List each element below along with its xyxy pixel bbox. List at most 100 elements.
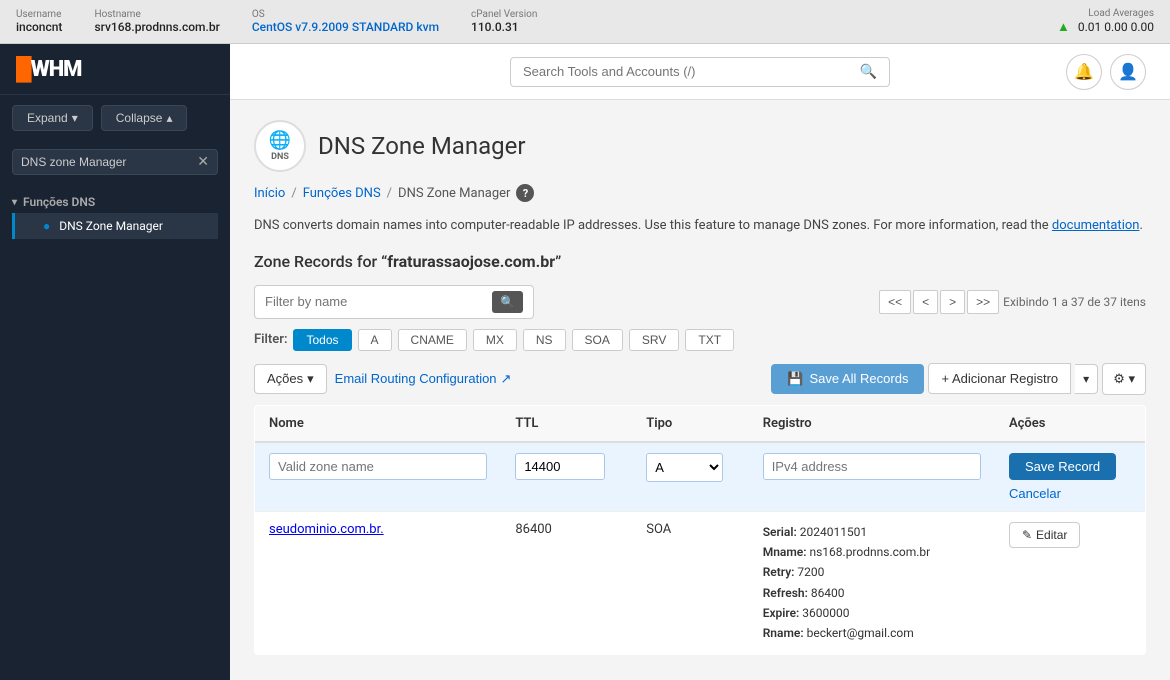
email-routing-label: Email Routing Configuration [335,371,497,386]
help-icon[interactable]: ? [516,184,534,202]
username-value: inconcnt [16,20,62,34]
expand-label: Expand [27,111,68,125]
page-title: DNS Zone Manager [318,132,525,160]
sidebar-section-header-dns[interactable]: ▾ Funções DNS [12,191,218,213]
os-item: OS CentOS v7.9.2009 STANDARD kvm [252,9,439,34]
top-bar: Username inconcnt Hostname srv168.prodnn… [0,0,1170,44]
notifications-button[interactable]: 🔔 [1066,54,1102,90]
cpanel-label: cPanel Version [471,9,537,20]
collapse-label: Collapse [116,111,163,125]
action-bar: Ações ▾ Email Routing Configuration ↗ 💾 … [254,363,1146,395]
filter-tag-cname[interactable]: CNAME [398,329,467,351]
breadcrumb-sep-2: / [387,186,392,201]
sidebar-search-input[interactable] [21,155,197,169]
col-nome: Nome [255,405,502,442]
search-input[interactable] [523,64,860,79]
collapse-button[interactable]: Collapse ▴ [101,105,188,131]
acoes-button[interactable]: Ações ▾ [254,364,327,394]
table-header: Nome TTL Tipo Registro Ações [255,405,1146,442]
search-box[interactable]: 🔍 [510,57,890,87]
row-tipo-cell: SOA [632,511,748,654]
new-record-name-input[interactable] [269,453,487,480]
filter-row: 🔍 << < > >> Exibindo 1 a 37 de 37 itens [254,285,1146,319]
row-name-link[interactable]: seudominio.com.br. [269,522,384,537]
hostname-item: Hostname srv168.prodnns.com.br [94,9,219,34]
whm-full: WHM [31,57,82,82]
new-record-ttl-input[interactable] [515,453,605,480]
breadcrumb-home-link[interactable]: Início [254,186,285,201]
add-record-button[interactable]: + Adicionar Registro [928,363,1071,394]
add-record-label: + Adicionar Registro [941,371,1058,386]
filter-tags-row: Filter: Todos A CNAME MX NS SOA SRV TXT [254,329,1146,351]
sidebar-search-close-icon[interactable]: ✕ [197,154,209,170]
new-record-name-cell [255,442,502,512]
action-bar-right: 💾 Save All Records + Adicionar Registro … [771,363,1146,395]
load-averages: Load Averages ▲ 0.01 0.00 0.00 [1057,8,1154,35]
acoes-label: Ações [267,371,303,386]
breadcrumb-current: DNS Zone Manager [398,186,510,201]
soa-refresh: Refresh: 86400 [763,583,981,603]
username-item: Username inconcnt [16,9,62,34]
pagination-next-button[interactable]: > [940,290,965,314]
user-button[interactable]: 👤 [1110,54,1146,90]
save-all-button[interactable]: 💾 Save All Records [771,364,924,394]
filter-name-input[interactable] [265,294,492,309]
new-record-row: A CNAME MX NS SOA TXT Sa [255,442,1146,512]
table-row: seudominio.com.br. 86400 SOA Serial: 202… [255,511,1146,654]
filter-tag-todos[interactable]: Todos [293,329,351,351]
pencil-icon: ✎ [1022,528,1032,542]
description-text: DNS converts domain names into computer-… [254,216,1146,236]
new-record-registro-input[interactable] [763,453,981,480]
page-content: 🌐 DNS DNS Zone Manager Início / Funções … [230,100,1170,680]
new-record-registro-cell [749,442,995,512]
filter-search-box[interactable]: 🔍 [254,285,534,319]
search-icon[interactable]: 🔍 [860,64,877,80]
pagination-first-button[interactable]: << [879,290,911,314]
dropdown-arrow-icon: ▾ [1083,372,1089,386]
icon-label: DNS [271,152,289,162]
filter-tag-a[interactable]: A [358,329,392,351]
col-tipo: Tipo [632,405,748,442]
soa-mname: Mname: ns168.prodnns.com.br [763,542,981,562]
filter-tag-ns[interactable]: NS [523,329,566,351]
records-table: Nome TTL Tipo Registro Ações [254,405,1146,655]
content-header: 🔍 🔔 👤 [230,44,1170,100]
desc-main: DNS converts domain names into computer-… [254,218,1049,233]
acoes-dropdown-icon: ▾ [307,371,314,387]
sidebar-section-label: Funções DNS [23,195,95,209]
filter-search-button[interactable]: 🔍 [492,291,523,313]
filter-tag-srv[interactable]: SRV [629,329,679,351]
new-record-type-select[interactable]: A CNAME MX NS SOA TXT [646,453,723,482]
breadcrumb: Início / Funções DNS / DNS Zone Manager … [254,184,1146,202]
filter-tag-txt[interactable]: TXT [685,329,734,351]
pagination-last-button[interactable]: >> [967,290,999,314]
dot-icon: ● [43,219,50,233]
load-values: ▲ 0.01 0.00 0.00 [1057,19,1154,35]
documentation-link[interactable]: documentation [1052,218,1140,233]
save-record-button[interactable]: Save Record [1009,453,1116,480]
external-link-icon: ↗ [501,371,512,387]
expand-button[interactable]: Expand ▾ [12,105,93,131]
sidebar-item-dns-zone-manager[interactable]: ● DNS Zone Manager [12,213,218,239]
pagination-prev-button[interactable]: < [913,290,938,314]
bell-icon: 🔔 [1074,62,1094,82]
chevron-down-icon: ▾ [12,197,17,208]
email-routing-button[interactable]: Email Routing Configuration ↗ [335,371,512,387]
row-ttl: 86400 [515,522,552,537]
sidebar-search-box[interactable]: ✕ [12,149,218,175]
row-ttl-cell: 86400 [501,511,632,654]
filter-tag-soa[interactable]: SOA [572,329,623,351]
editar-button[interactable]: ✎ Editar [1009,522,1080,548]
cancel-record-button[interactable]: Cancelar [1009,486,1061,501]
sidebar: █WHM Expand ▾ Collapse ▴ ✕ ▾ Funções DNS [0,44,230,680]
pagination-buttons: << < > >> [879,290,999,314]
breadcrumb-section-link[interactable]: Funções DNS [303,186,381,201]
save-all-label: Save All Records [809,371,908,386]
os-value: CentOS v7.9.2009 STANDARD kvm [252,20,439,34]
cpanel-item: cPanel Version 110.0.31 [471,9,537,34]
sidebar-section-dns: ▾ Funções DNS ● DNS Zone Manager [0,183,230,243]
zone-title: Zone Records for “fraturassaojose.com.br… [254,252,1146,271]
gear-button[interactable]: ⚙ ▾ [1102,363,1146,395]
add-record-dropdown-button[interactable]: ▾ [1075,364,1098,394]
filter-tag-mx[interactable]: MX [473,329,517,351]
